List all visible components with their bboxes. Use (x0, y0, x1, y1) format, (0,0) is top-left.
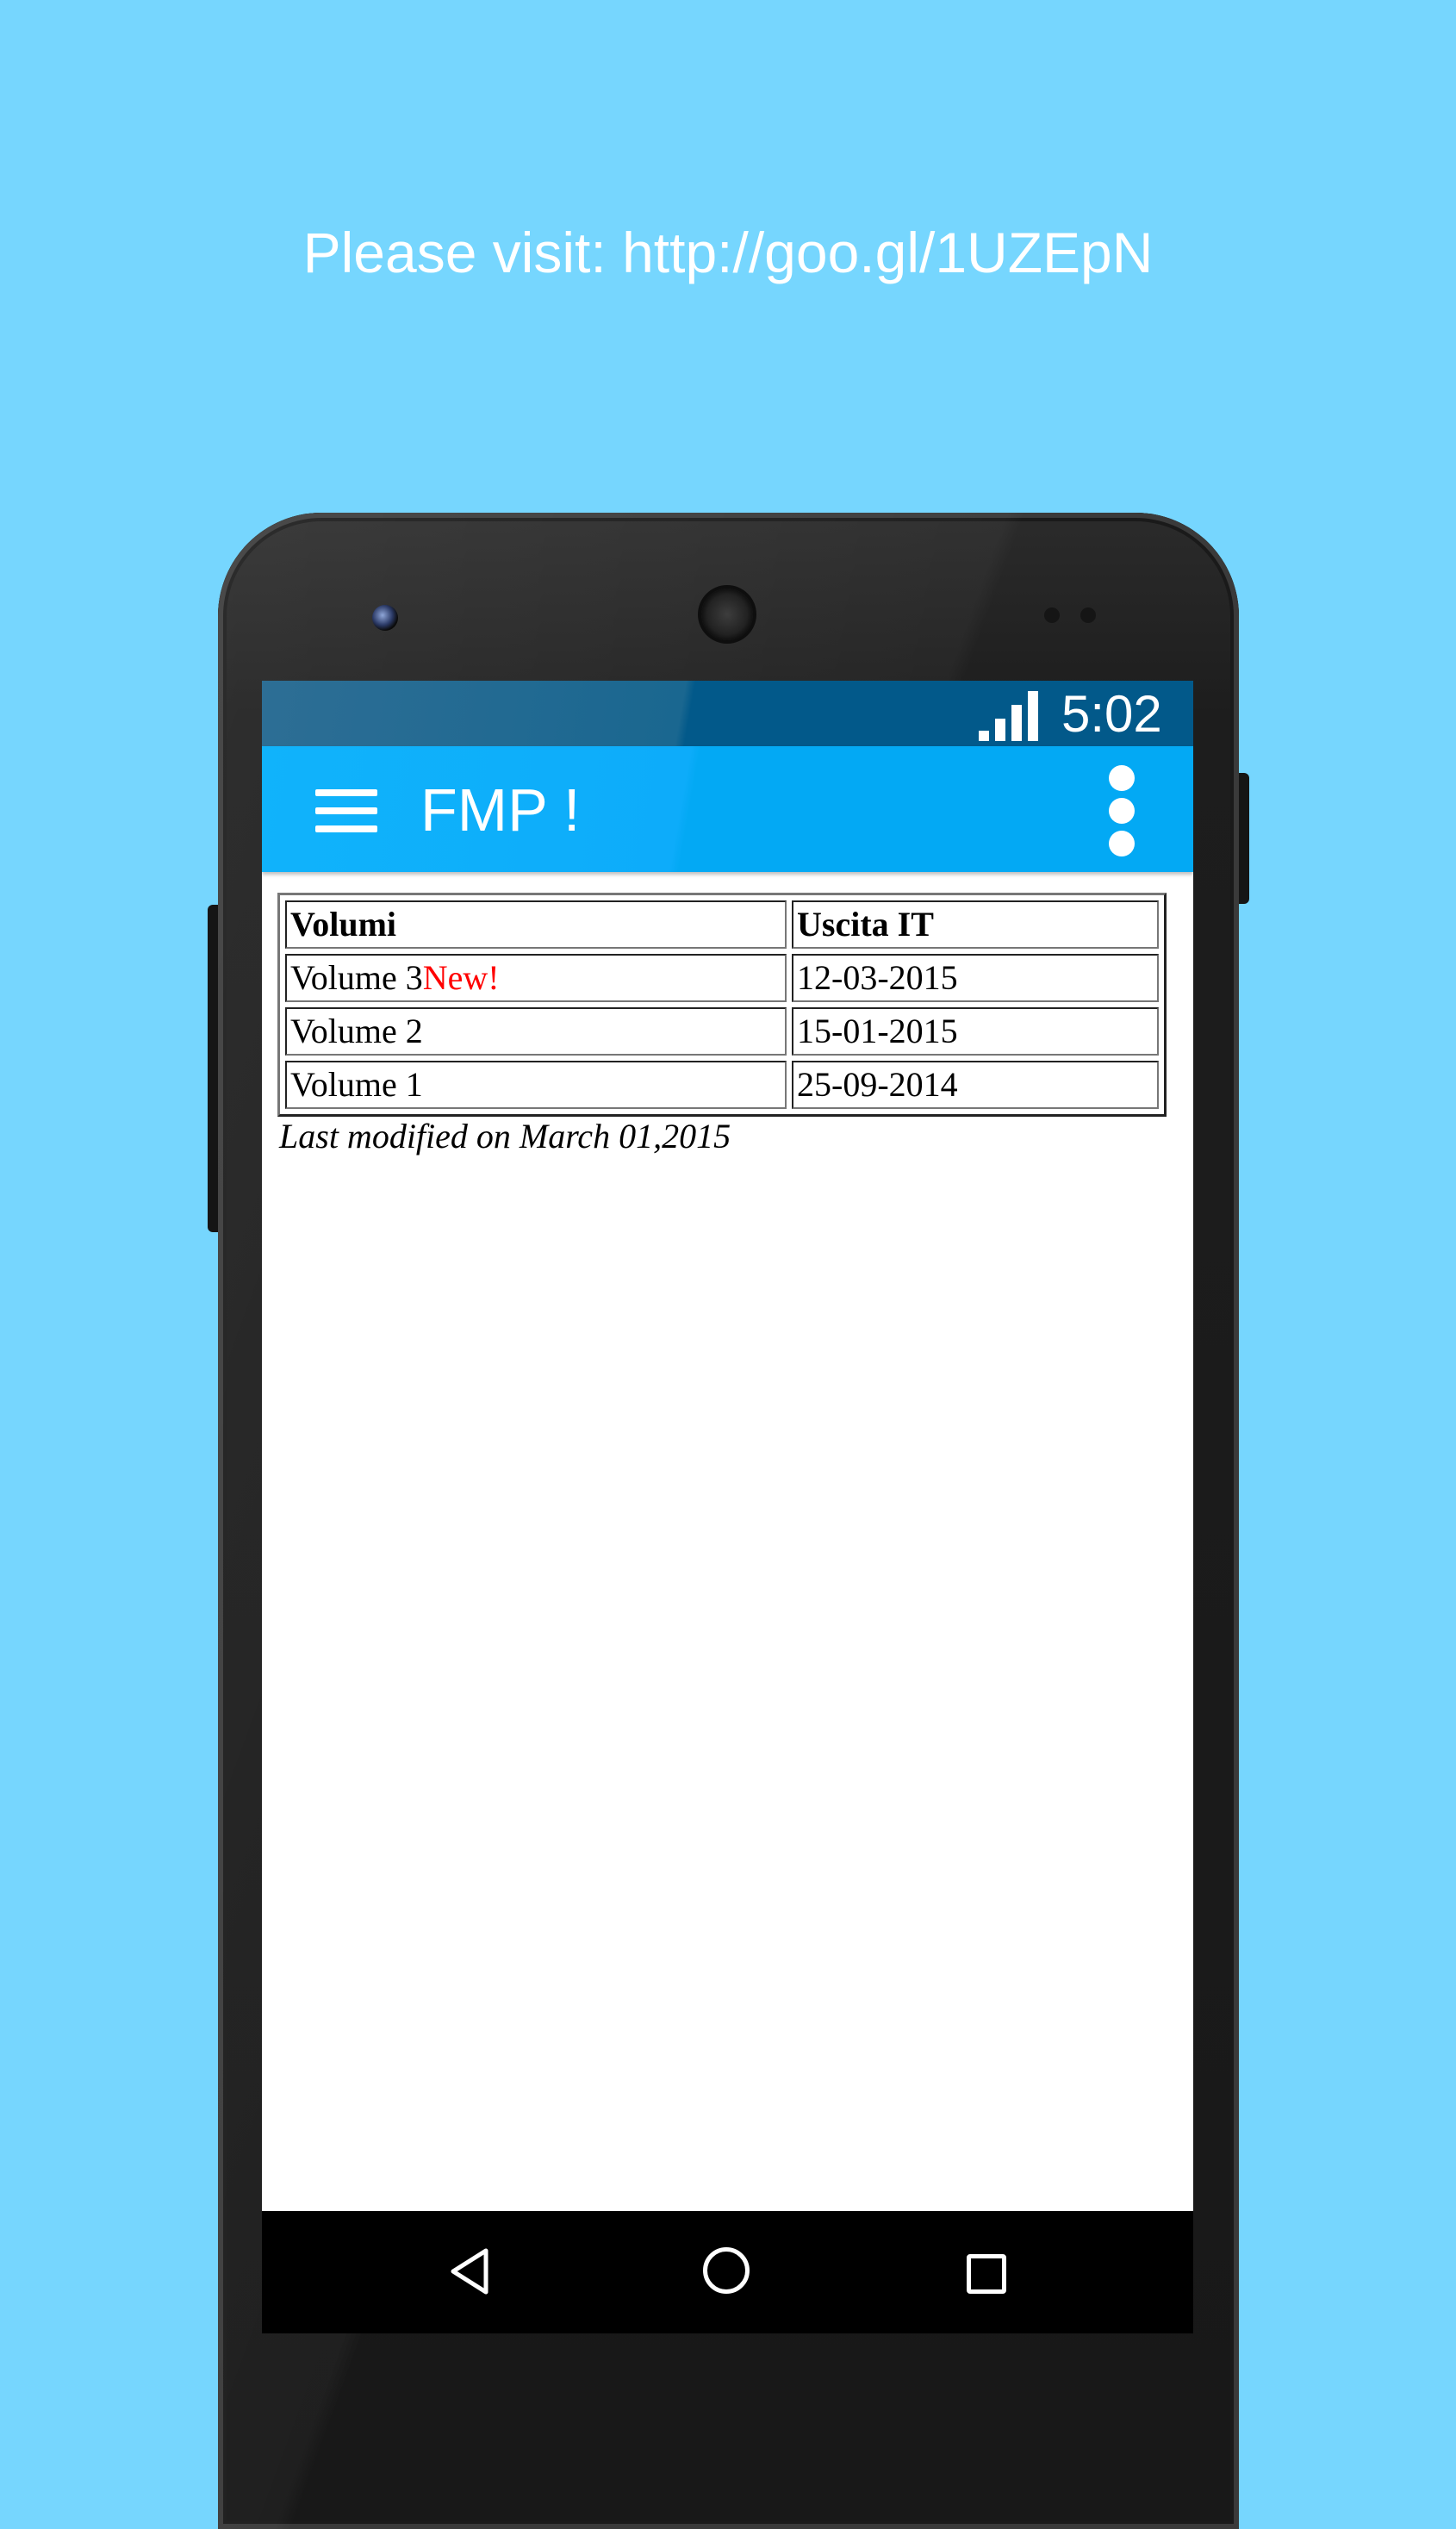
volumes-table: Volumi Uscita IT Volume 3New! 12-03-2015… (277, 893, 1167, 1117)
status-bar: 5:02 (262, 681, 1193, 746)
more-vert-icon[interactable] (1106, 765, 1137, 856)
table-header-row: Volumi Uscita IT (285, 900, 1159, 949)
new-badge: New! (422, 958, 500, 997)
volume-name: Volume 3 (290, 958, 423, 997)
cell-signal-icon (979, 691, 1039, 741)
volume-name: Volume 2 (290, 1012, 423, 1050)
app-title: FMP ! (420, 776, 581, 844)
hamburger-menu-icon[interactable] (315, 789, 377, 832)
front-camera-icon (372, 605, 398, 631)
phone-power-button (1237, 773, 1249, 904)
light-sensor-icon (1080, 607, 1096, 623)
web-content: Volumi Uscita IT Volume 3New! 12-03-2015… (277, 893, 1178, 1156)
last-modified-text: Last modified on March 01,2015 (279, 1117, 731, 1155)
navigation-bar (262, 2211, 1193, 2333)
header-volumi: Volumi (285, 900, 787, 949)
date-cell: 12-03-2015 (792, 954, 1159, 1002)
recents-square-icon[interactable] (967, 2254, 1006, 2294)
earpiece-speaker-icon (701, 589, 753, 640)
volume-cell: Volume 2 (285, 1007, 787, 1056)
status-time: 5:02 (1061, 685, 1162, 743)
promo-text: Please visit: http://goo.gl/1UZEpN (302, 221, 1154, 284)
home-circle-icon[interactable] (703, 2247, 750, 2294)
phone-screen: 5:02 FMP ! Volumi Uscita IT Volume 3New!… (262, 681, 1193, 2333)
back-triangle-icon[interactable] (445, 2246, 496, 2297)
volume-cell: Volume 1 (285, 1061, 787, 1109)
table-row: Volume 2 15-01-2015 (285, 1007, 1159, 1056)
proximity-sensor-icon (1044, 607, 1060, 623)
date-cell: 15-01-2015 (792, 1007, 1159, 1056)
volume-cell: Volume 3New! (285, 954, 787, 1002)
volume-name: Volume 1 (290, 1065, 423, 1104)
table-row: Volume 1 25-09-2014 (285, 1061, 1159, 1109)
header-uscita-it: Uscita IT (792, 900, 1159, 949)
table-row: Volume 3New! 12-03-2015 (285, 954, 1159, 1002)
date-cell: 25-09-2014 (792, 1061, 1159, 1109)
app-bar: FMP ! (262, 746, 1193, 872)
